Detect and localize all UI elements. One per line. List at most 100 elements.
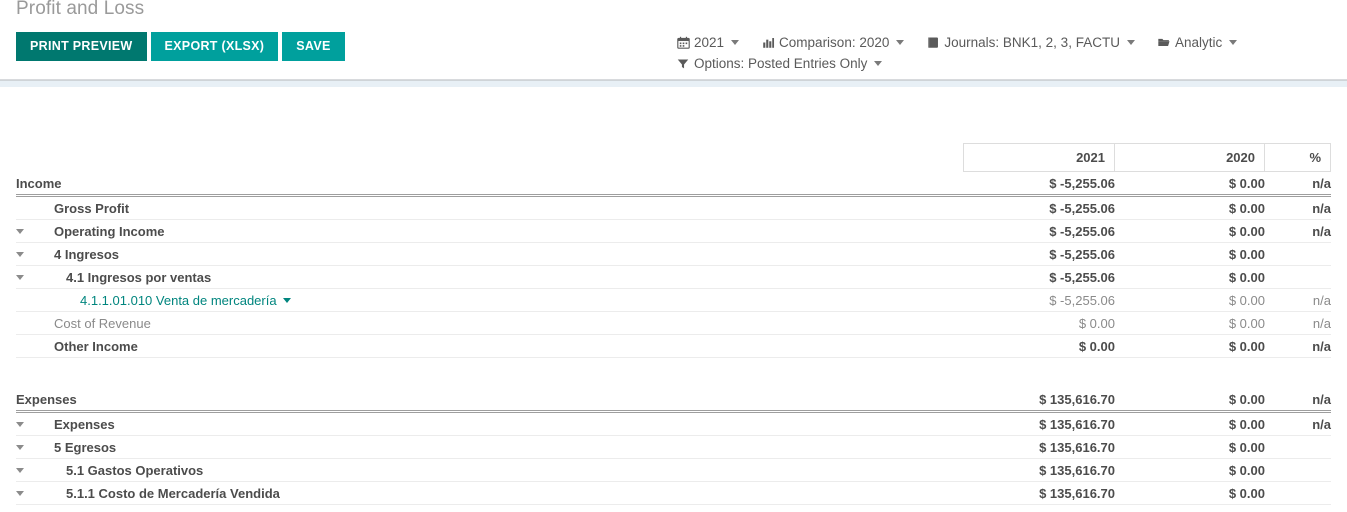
table-row[interactable]: Expenses $ 135,616.70 $ 0.00 n/a bbox=[16, 411, 1331, 436]
filter-journals-label: Journals: BNK1, 2, 3, FACTU bbox=[944, 35, 1120, 50]
row-label: Gross Profit bbox=[54, 200, 130, 216]
row-value-percent bbox=[1265, 435, 1331, 459]
chevron-down-icon bbox=[896, 40, 905, 45]
caret-down-icon bbox=[16, 467, 24, 473]
section-value-percent: n/a bbox=[1265, 388, 1331, 413]
row-value-2021: $ 0.00 bbox=[965, 334, 1115, 358]
section-value-2021: $ 135,616.70 bbox=[965, 388, 1115, 413]
table-row[interactable]: 4.1 Ingresos por ventas $ -5,255.06 $ 0.… bbox=[16, 265, 1331, 289]
row-label: 4 Ingresos bbox=[54, 246, 120, 262]
print-preview-button[interactable]: PRINT PREVIEW bbox=[16, 32, 147, 61]
filter-options[interactable]: Options: Posted Entries Only bbox=[676, 53, 883, 74]
action-button-group: PRINT PREVIEW EXPORT (XLSX) SAVE bbox=[16, 32, 345, 61]
filter-icon bbox=[676, 57, 690, 71]
row-label: 4.1.1.01.010 Venta de mercadería bbox=[80, 292, 277, 308]
row-expand-toggle[interactable] bbox=[16, 228, 34, 234]
row-value-percent bbox=[1265, 481, 1331, 505]
section-title: Income bbox=[16, 175, 62, 191]
caret-down-icon bbox=[16, 228, 24, 234]
row-value-percent: n/a bbox=[1265, 195, 1331, 220]
row-label: Operating Income bbox=[54, 223, 165, 239]
income-section-table: Income $ -5,255.06 $ 0.00 n/a Gross Prof… bbox=[16, 172, 1331, 358]
chevron-down-icon bbox=[874, 61, 883, 66]
breadcrumb[interactable]: Profit and Loss bbox=[16, 0, 144, 20]
row-value-2020: $ 0.00 bbox=[1115, 481, 1265, 505]
row-value-percent: n/a bbox=[1265, 411, 1331, 436]
row-value-2020: $ 0.00 bbox=[1115, 311, 1265, 335]
row-expand-toggle[interactable] bbox=[16, 251, 34, 257]
section-value-2020: $ 0.00 bbox=[1115, 172, 1265, 197]
filter-comparison[interactable]: Comparison: 2020 bbox=[761, 32, 905, 53]
section-value-2020: $ 0.00 bbox=[1115, 388, 1265, 413]
row-value-2021: $ 135,616.70 bbox=[965, 458, 1115, 482]
export-xlsx-button[interactable]: EXPORT (XLSX) bbox=[150, 32, 279, 61]
filter-journals[interactable]: Journals: BNK1, 2, 3, FACTU bbox=[926, 32, 1135, 53]
table-row[interactable]: 5 Egresos $ 135,616.70 $ 0.00 bbox=[16, 435, 1331, 459]
chevron-down-icon bbox=[731, 40, 740, 45]
row-value-2020: $ 0.00 bbox=[1115, 242, 1265, 266]
section-header-row: Income $ -5,255.06 $ 0.00 n/a bbox=[16, 172, 1331, 197]
row-value-percent bbox=[1265, 458, 1331, 482]
bar-chart-icon bbox=[761, 36, 775, 50]
filter-date-range-label: 2021 bbox=[694, 35, 725, 50]
control-panel: Profit and Loss PRINT PREVIEW EXPORT (XL… bbox=[0, 0, 1347, 80]
filter-analytic-label: Analytic bbox=[1174, 35, 1223, 50]
table-row[interactable]: Gross Profit $ -5,255.06 $ 0.00 n/a bbox=[16, 195, 1331, 220]
caret-down-icon bbox=[16, 251, 24, 257]
row-value-2021: $ -5,255.06 bbox=[965, 219, 1115, 243]
table-row[interactable]: Operating Income $ -5,255.06 $ 0.00 n/a bbox=[16, 219, 1331, 243]
save-button[interactable]: SAVE bbox=[282, 32, 345, 61]
row-value-2020: $ 0.00 bbox=[1115, 334, 1265, 358]
row-label: Expenses bbox=[54, 416, 115, 432]
row-expand-toggle[interactable] bbox=[16, 444, 34, 450]
section-header-row: Expenses $ 135,616.70 $ 0.00 n/a bbox=[16, 388, 1331, 413]
column-header-row: 2021 2020 % bbox=[16, 143, 1331, 172]
caret-down-icon bbox=[16, 490, 24, 496]
row-value-percent: n/a bbox=[1265, 219, 1331, 243]
filter-row-secondary: Options: Posted Entries Only bbox=[676, 53, 1336, 74]
filter-date-range[interactable]: 2021 bbox=[676, 32, 740, 53]
caret-down-icon bbox=[16, 444, 24, 450]
row-expand-toggle[interactable] bbox=[16, 421, 34, 427]
column-header-2020: 2020 bbox=[1114, 144, 1264, 171]
row-value-2021: $ 0.00 bbox=[965, 311, 1115, 335]
row-value-2021: $ -5,255.06 bbox=[965, 265, 1115, 289]
row-value-2020: $ 0.00 bbox=[1115, 411, 1265, 436]
row-value-2020: $ 0.00 bbox=[1115, 265, 1265, 289]
calendar-icon bbox=[676, 36, 690, 50]
filter-options-label: Options: Posted Entries Only bbox=[694, 56, 868, 71]
row-label: 4.1 Ingresos por ventas bbox=[66, 269, 212, 285]
section-value-2021: $ -5,255.06 bbox=[965, 172, 1115, 197]
filter-comparison-label: Comparison: 2020 bbox=[779, 35, 890, 50]
expenses-section-table: Expenses $ 135,616.70 $ 0.00 n/a Expense… bbox=[16, 388, 1331, 505]
row-value-percent bbox=[1265, 242, 1331, 266]
table-row[interactable]: 4 Ingresos $ -5,255.06 $ 0.00 bbox=[16, 242, 1331, 266]
row-value-percent bbox=[1265, 265, 1331, 289]
table-row[interactable]: Other Income $ 0.00 $ 0.00 n/a bbox=[16, 334, 1331, 358]
table-row[interactable]: Cost of Revenue $ 0.00 $ 0.00 n/a bbox=[16, 311, 1331, 335]
row-value-percent: n/a bbox=[1265, 311, 1331, 335]
row-value-2021: $ -5,255.06 bbox=[965, 242, 1115, 266]
row-expand-toggle[interactable] bbox=[16, 274, 34, 280]
row-label: 5.1.1 Costo de Mercadería Vendida bbox=[66, 485, 280, 501]
column-header-2021: 2021 bbox=[1076, 150, 1105, 165]
table-row[interactable]: 5.1.1 Costo de Mercadería Vendida $ 135,… bbox=[16, 481, 1331, 505]
row-value-2021: $ -5,255.06 bbox=[965, 195, 1115, 220]
income-section-body: Income $ -5,255.06 $ 0.00 n/a Gross Prof… bbox=[16, 172, 1331, 358]
row-expand-toggle[interactable] bbox=[16, 490, 34, 496]
financial-report: 2021 2020 % Income $ -5,255.06 $ 0.00 n/… bbox=[0, 143, 1347, 505]
row-value-2020: $ 0.00 bbox=[1115, 219, 1265, 243]
row-value-2020: $ 0.00 bbox=[1115, 195, 1265, 220]
filter-row-primary: 2021 Comparison: 2020 Journals: BNK1, 2,… bbox=[676, 32, 1336, 53]
row-value-percent: n/a bbox=[1265, 288, 1331, 312]
filter-analytic[interactable]: Analytic bbox=[1157, 32, 1238, 53]
account-link[interactable]: 4.1.1.01.010 Venta de mercadería bbox=[80, 293, 291, 308]
table-row[interactable]: 5.1 Gastos Operativos $ 135,616.70 $ 0.0… bbox=[16, 458, 1331, 482]
row-expand-toggle[interactable] bbox=[16, 467, 34, 473]
caret-down-icon bbox=[16, 274, 24, 280]
column-header-percent: % bbox=[1264, 144, 1330, 171]
book-icon bbox=[926, 36, 940, 50]
table-row[interactable]: 4.1.1.01.010 Venta de mercadería $ -5,25… bbox=[16, 288, 1331, 312]
folder-open-icon bbox=[1157, 36, 1171, 50]
